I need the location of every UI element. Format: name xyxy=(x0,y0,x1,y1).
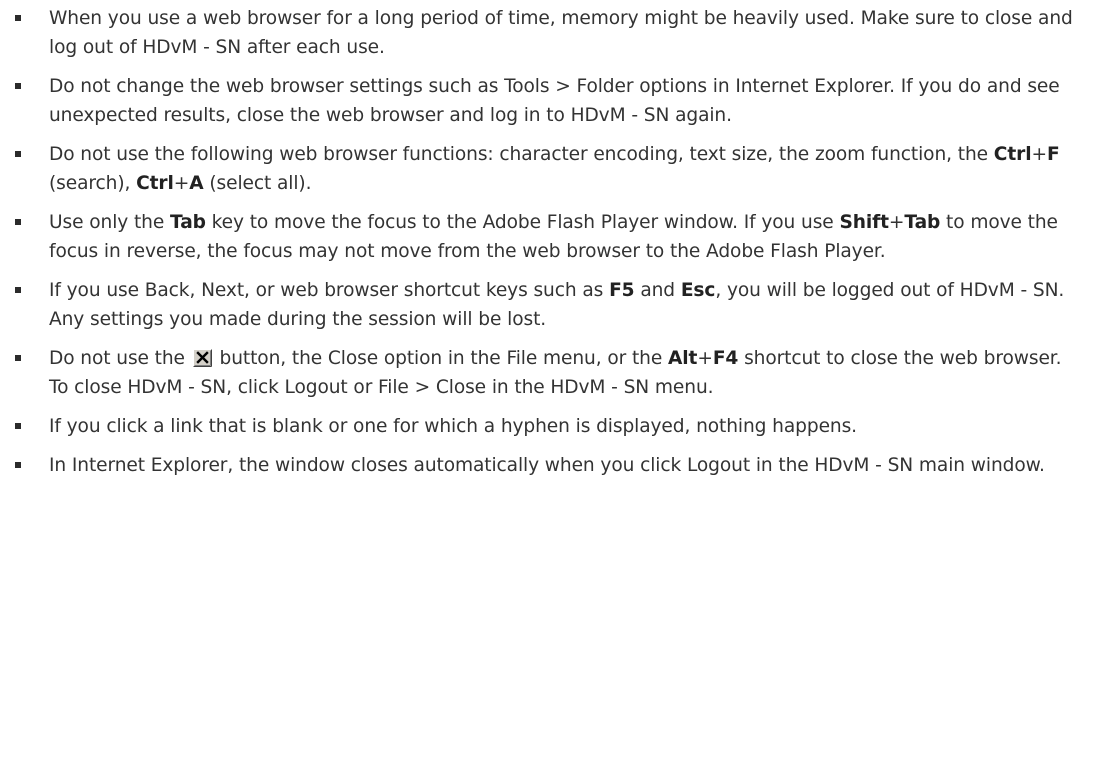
key-name: F5 xyxy=(609,280,635,301)
note-text: Do not use the xyxy=(49,348,191,369)
note-item: Do not use the button, the Close option … xyxy=(15,344,1085,402)
note-text: (select all). xyxy=(203,173,312,194)
key-name: Ctrl xyxy=(136,173,174,194)
note-item: Do not change the web browser settings s… xyxy=(15,72,1085,130)
note-text: If you click a link that is blank or one… xyxy=(49,416,857,437)
note-text: When you use a web browser for a long pe… xyxy=(49,8,1073,58)
note-item: In Internet Explorer, the window closes … xyxy=(15,451,1085,480)
note-item: Use only the Tab key to move the focus t… xyxy=(15,208,1085,266)
bullet-icon xyxy=(15,355,21,361)
note-text: and xyxy=(634,280,681,301)
bullet-icon xyxy=(15,423,21,429)
key-name: Tab xyxy=(170,212,206,233)
bullet-icon xyxy=(15,15,21,21)
key-plus: + xyxy=(888,212,905,233)
key-name: Alt xyxy=(667,348,698,369)
key-name: F xyxy=(1046,144,1060,165)
note-item: If you click a link that is blank or one… xyxy=(15,412,1085,441)
key-name: Shift xyxy=(839,212,889,233)
note-item: Do not use the following web browser fun… xyxy=(15,140,1085,198)
key-name: Ctrl xyxy=(993,144,1032,165)
note-item: When you use a web browser for a long pe… xyxy=(15,4,1085,62)
note-text: key to move the focus to the Adobe Flash… xyxy=(205,212,840,233)
key-name: Tab xyxy=(904,212,941,233)
note-text: Do not change the web browser settings s… xyxy=(49,76,1060,126)
bullet-icon xyxy=(15,83,21,89)
bullet-icon xyxy=(15,219,21,225)
bullet-icon xyxy=(15,151,21,157)
bullet-icon xyxy=(15,462,21,468)
note-text: button, the Close option in the File men… xyxy=(213,348,668,369)
note-text: Do not use the following web browser fun… xyxy=(49,144,994,165)
key-name: A xyxy=(189,173,204,194)
note-item: If you use Back, Next, or web browser sh… xyxy=(15,276,1085,334)
key-name: F4 xyxy=(712,348,739,369)
note-text: If you use Back, Next, or web browser sh… xyxy=(49,280,610,301)
close-window-button-icon xyxy=(192,349,212,367)
key-plus: + xyxy=(1031,144,1047,165)
note-text: In Internet Explorer, the window closes … xyxy=(49,455,1045,476)
note-text: Use only the xyxy=(49,212,171,233)
key-name: Esc xyxy=(680,280,716,301)
note-text: (search), xyxy=(49,173,137,194)
key-plus: + xyxy=(697,348,713,369)
key-plus: + xyxy=(173,173,190,194)
notes-list: When you use a web browser for a long pe… xyxy=(0,0,1105,480)
bullet-icon xyxy=(15,287,21,293)
